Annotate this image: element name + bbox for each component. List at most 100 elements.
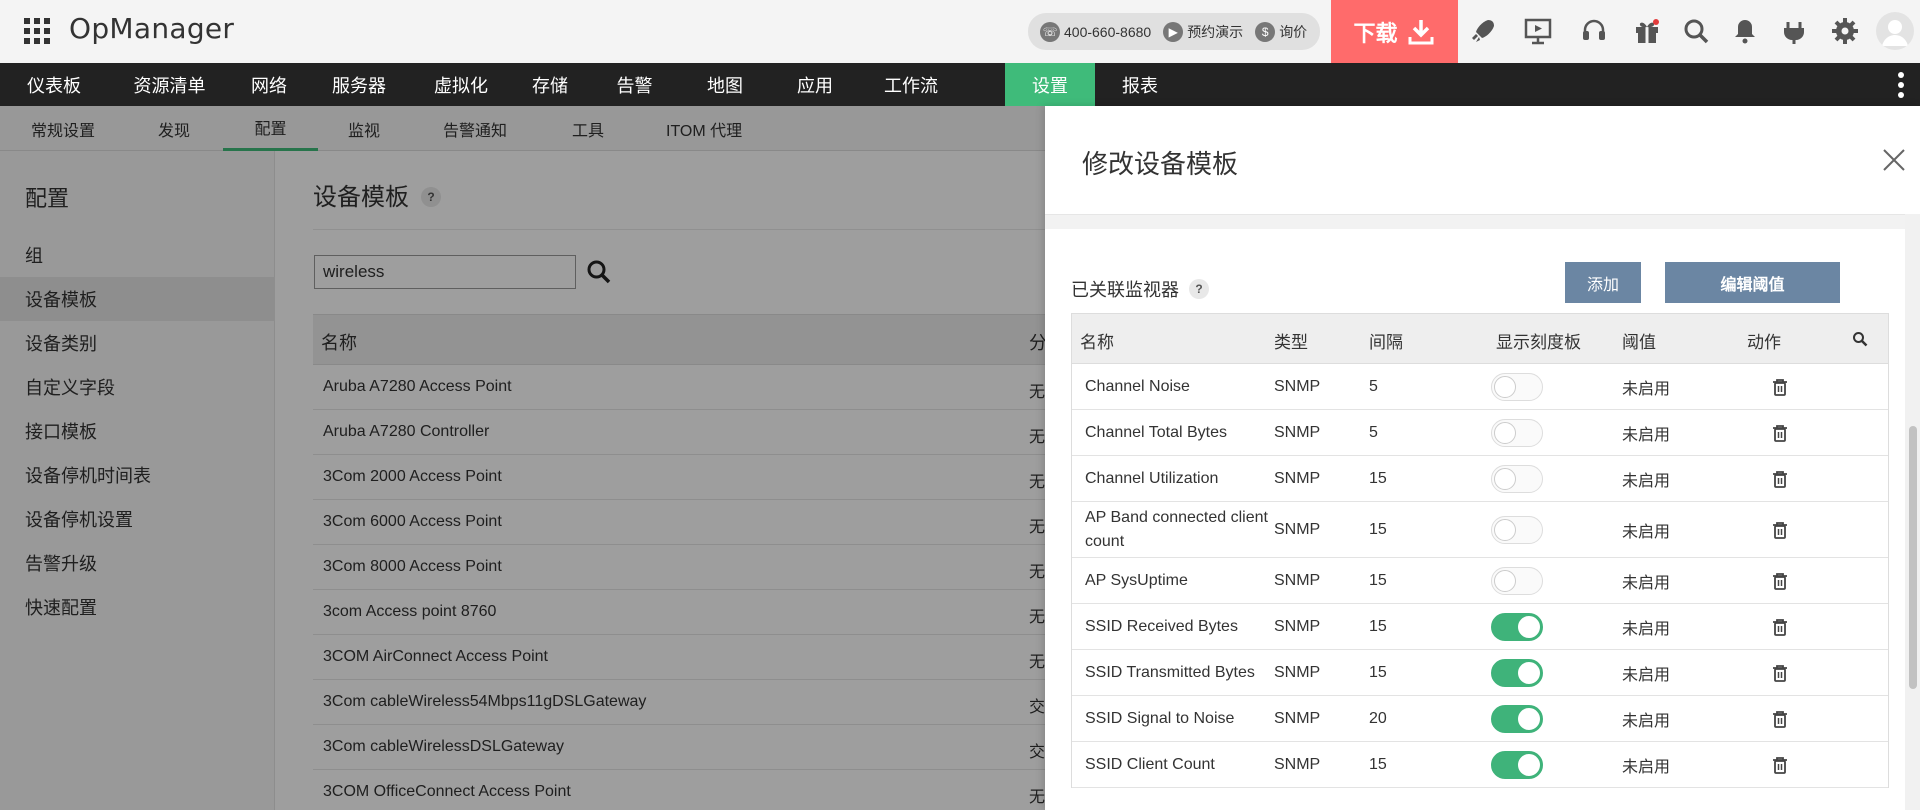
edit-thresholds-button[interactable]: 编辑阈值: [1665, 262, 1840, 303]
demo-link[interactable]: ▶ 预约演示: [1163, 21, 1243, 42]
col-interval-header[interactable]: 间隔: [1369, 328, 1403, 353]
nav-item-reports[interactable]: 报表: [1095, 63, 1185, 106]
show-dial-toggle[interactable]: [1491, 704, 1543, 733]
more-menu-icon[interactable]: [1898, 72, 1906, 98]
trash-icon[interactable]: [1772, 470, 1788, 488]
trash-icon[interactable]: [1772, 756, 1788, 774]
quote-link[interactable]: $ 询价: [1255, 21, 1308, 42]
phone-link[interactable]: ☏ 400-660-8680: [1040, 21, 1152, 42]
nav-item-workflow[interactable]: 工作流: [860, 63, 1005, 106]
column-search-icon[interactable]: [1852, 331, 1868, 347]
nav-item-network[interactable]: 网络: [231, 63, 307, 106]
trash-icon[interactable]: [1772, 424, 1788, 442]
monitor-row[interactable]: SSID Transmitted Bytes SNMP 15 未启用: [1072, 650, 1888, 696]
trash-icon[interactable]: [1772, 618, 1788, 636]
presentation-icon[interactable]: [1521, 14, 1555, 48]
nav-item-virtualization[interactable]: 虚拟化: [411, 63, 511, 106]
col-type-header[interactable]: 类型: [1274, 328, 1308, 353]
show-dial-toggle[interactable]: [1491, 372, 1543, 401]
help-icon[interactable]: ?: [1189, 279, 1209, 299]
nav-label: 仪表板: [27, 75, 81, 96]
show-dial-toggle[interactable]: [1491, 566, 1543, 595]
monitor-interval: 15: [1369, 755, 1387, 773]
bell-icon[interactable]: [1728, 14, 1762, 48]
monitor-interval: 15: [1369, 617, 1387, 635]
phone-icon: ☏: [1040, 21, 1060, 42]
nav-label: 工作流: [884, 75, 938, 96]
monitor-type: SNMP: [1274, 709, 1321, 727]
nav-item-settings[interactable]: 设置: [1005, 63, 1095, 106]
nav-label: 应用: [797, 75, 833, 96]
monitor-row[interactable]: SSID Client Count SNMP 15 未启用: [1072, 742, 1888, 788]
dial-toggle-cell: [1491, 650, 1543, 695]
dial-toggle-cell: [1491, 456, 1543, 501]
headset-icon[interactable]: [1577, 14, 1611, 48]
plug-icon[interactable]: [1777, 14, 1811, 48]
toggle-knob: [1518, 661, 1540, 684]
show-dial-toggle[interactable]: [1491, 515, 1543, 544]
monitor-name[interactable]: Channel Noise: [1085, 364, 1270, 409]
monitor-row[interactable]: SSID Signal to Noise SNMP 20 未启用: [1072, 696, 1888, 742]
nav-item-maps[interactable]: 地图: [680, 63, 770, 106]
monitor-row[interactable]: AP Band connected client count SNMP 15 未启用: [1072, 502, 1888, 558]
trash-icon[interactable]: [1772, 664, 1788, 682]
app-grid-icon[interactable]: [24, 18, 50, 44]
col-action-header[interactable]: 动作: [1747, 328, 1781, 353]
monitor-row[interactable]: Channel Total Bytes SNMP 5 未启用: [1072, 410, 1888, 456]
close-icon[interactable]: [1880, 146, 1908, 174]
nav-item-apps[interactable]: 应用: [770, 63, 860, 106]
action-cell: [1772, 502, 1788, 557]
quote-label: 询价: [1279, 23, 1308, 40]
monitor-name[interactable]: AP Band connected client count: [1085, 502, 1270, 557]
modal-backdrop[interactable]: [0, 151, 1045, 810]
trash-icon[interactable]: [1772, 710, 1788, 728]
nav-item-servers[interactable]: 服务器: [307, 63, 411, 106]
monitor-row[interactable]: AP SysUptime SNMP 15 未启用: [1072, 558, 1888, 604]
trash-icon[interactable]: [1772, 572, 1788, 590]
nav-item-alarms[interactable]: 告警: [589, 63, 680, 106]
col-dial-header[interactable]: 显示刻度板: [1496, 328, 1581, 353]
monitor-row[interactable]: Channel Noise SNMP 5 未启用: [1072, 364, 1888, 410]
monitor-name[interactable]: SSID Client Count: [1085, 742, 1270, 787]
search-icon[interactable]: [1679, 14, 1713, 48]
show-dial-toggle[interactable]: [1491, 658, 1543, 687]
nav-item-dashboard[interactable]: 仪表板: [0, 63, 108, 106]
show-dial-toggle[interactable]: [1491, 464, 1543, 493]
monitor-row[interactable]: SSID Received Bytes SNMP 15 未启用: [1072, 604, 1888, 650]
monitor-name[interactable]: Channel Utilization: [1085, 456, 1270, 501]
user-avatar[interactable]: [1876, 12, 1914, 50]
show-dial-toggle[interactable]: [1491, 750, 1543, 779]
monitor-type: SNMP: [1274, 617, 1321, 635]
dial-toggle-cell: [1491, 604, 1543, 649]
monitor-table: 名称 类型 间隔 显示刻度板 阈值 动作 Channel Noise SNMP 5 未…: [1071, 313, 1889, 788]
monitor-row[interactable]: Channel Utilization SNMP 15 未启用: [1072, 456, 1888, 502]
show-dial-toggle[interactable]: [1491, 612, 1543, 641]
col-threshold-header[interactable]: 阈值: [1622, 328, 1656, 353]
nav-item-storage[interactable]: 存储: [511, 63, 589, 106]
phone-number: 400-660-8680: [1064, 23, 1152, 40]
gift-icon[interactable]: [1630, 14, 1664, 48]
monitor-threshold: 未启用: [1622, 523, 1671, 541]
monitor-name[interactable]: SSID Signal to Noise: [1085, 696, 1270, 741]
trash-icon[interactable]: [1772, 521, 1788, 539]
monitor-name[interactable]: SSID Transmitted Bytes: [1085, 650, 1270, 695]
monitor-name[interactable]: Channel Total Bytes: [1085, 410, 1270, 455]
monitor-threshold: 未启用: [1622, 666, 1671, 684]
action-cell: [1772, 364, 1788, 409]
monitor-interval: 15: [1369, 571, 1387, 589]
nav-item-inventory[interactable]: 资源清单: [108, 63, 231, 106]
monitor-interval: 5: [1369, 377, 1378, 395]
dial-toggle-cell: [1491, 410, 1543, 455]
monitor-name[interactable]: AP SysUptime: [1085, 558, 1270, 603]
gear-icon[interactable]: [1828, 14, 1862, 48]
show-dial-toggle[interactable]: [1491, 418, 1543, 447]
panel-scrollbar-thumb[interactable]: [1909, 426, 1917, 689]
monitor-threshold: 未启用: [1622, 620, 1671, 638]
download-button[interactable]: 下载: [1331, 0, 1458, 63]
rocket-icon[interactable]: [1466, 14, 1500, 48]
monitor-name[interactable]: SSID Received Bytes: [1085, 604, 1270, 649]
add-monitor-button[interactable]: 添加: [1565, 262, 1641, 303]
app-title[interactable]: OpManager: [69, 12, 234, 45]
trash-icon[interactable]: [1772, 378, 1788, 396]
col-name-header[interactable]: 名称: [1080, 328, 1114, 353]
